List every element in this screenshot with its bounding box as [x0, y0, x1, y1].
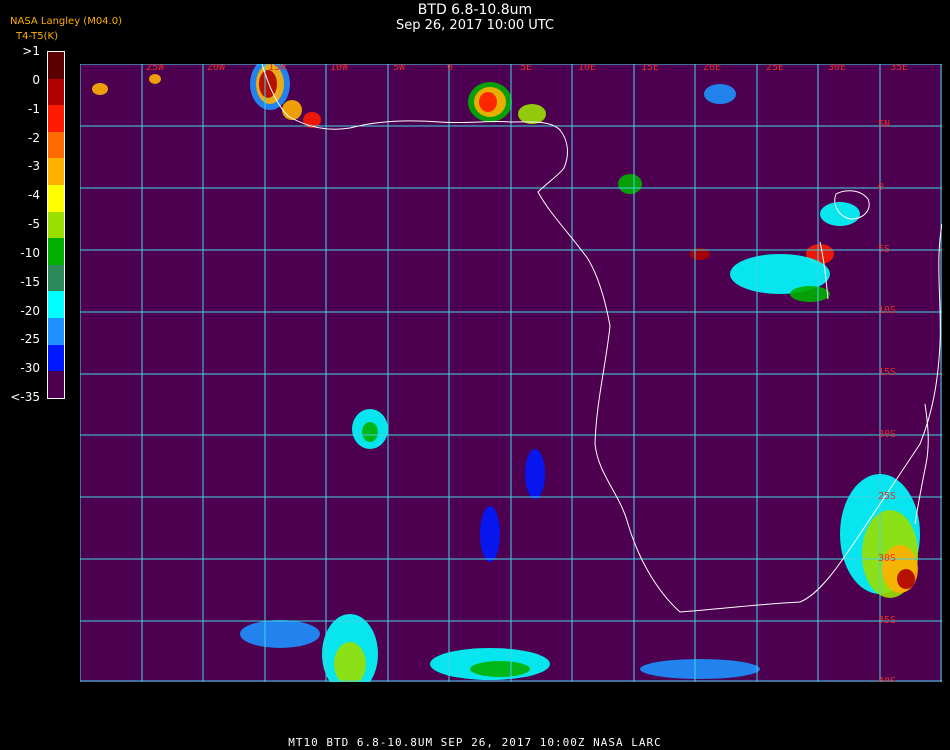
map-title: BTD 6.8-10.8um	[417, 2, 533, 18]
colorbar-swatch	[48, 291, 64, 319]
lat-label: 15S	[878, 367, 896, 378]
madagascar-coast	[914, 403, 929, 525]
map-canvas: 25W 20W 15W 10W 5W 0 5E 10E 15E 20E 25E 30E 35E 5N 0 5S…	[79, 58, 943, 694]
colorbar-label: -2	[28, 130, 40, 145]
colorbar-swatch	[48, 185, 64, 212]
colorbar-label: >1	[22, 44, 40, 58]
africa-coastline	[261, 63, 943, 613]
colorbar-swatch	[48, 52, 64, 79]
coastline	[261, 63, 943, 613]
colorbar-label: -20	[20, 303, 40, 318]
colorbar-label: -25	[20, 332, 40, 347]
lon-label: 25E	[766, 64, 784, 73]
lon-label: 20W	[207, 64, 226, 73]
lat-label: 25S	[878, 491, 896, 502]
colorbar-swatch	[48, 238, 64, 265]
lon-label: 10W	[330, 64, 349, 73]
lat-label: 40S	[878, 676, 896, 682]
cloud-blob	[240, 620, 320, 648]
lat-label: 20S	[878, 429, 896, 440]
cloud-blob	[282, 100, 302, 120]
lat-lon-grid	[79, 63, 942, 682]
cloud-blob	[480, 506, 500, 562]
colorbar-label: -15	[20, 274, 40, 289]
colorbar-swatch	[48, 344, 64, 372]
cloud-blob	[470, 661, 530, 677]
colorbar-label: -30	[20, 361, 40, 376]
lat-label: 5N	[878, 119, 890, 130]
cloud-blob	[704, 84, 736, 104]
colorbar-swatch	[48, 131, 64, 159]
lat-label: 0	[878, 182, 884, 193]
colorbar-swatch	[48, 318, 64, 345]
org-label: NASA Langley (M04.0)	[10, 16, 122, 27]
lon-label: 10E	[578, 64, 596, 73]
cloud-blob	[640, 659, 760, 679]
colorbar-label: -10	[20, 245, 40, 260]
lat-label: 30S	[878, 553, 896, 564]
colorbar-label: 0	[32, 72, 40, 87]
lat-label: 35S	[878, 615, 896, 626]
lon-label: 25W	[146, 64, 165, 73]
lon-label: 35E	[890, 64, 908, 73]
footer-caption: MT10 BTD 6.8-10.8UM SEP 26, 2017 10:00Z …	[288, 736, 662, 749]
lon-label: 15E	[641, 64, 659, 73]
colorbar-swatch	[48, 158, 64, 186]
cloud-blob	[362, 422, 378, 442]
colorbar-swatch	[48, 211, 64, 239]
cloud-blob	[897, 569, 915, 589]
cloud-blob	[149, 74, 161, 84]
colorbar-swatch	[48, 371, 64, 398]
cloud-blob	[92, 83, 108, 95]
lon-label: 0	[447, 64, 453, 73]
lon-label: 20E	[703, 64, 721, 73]
cloud-blob	[790, 286, 830, 302]
cloud-blob	[525, 449, 545, 499]
colorbar-swatch	[48, 105, 64, 132]
colorbar	[47, 51, 65, 399]
colorbar-swatch	[48, 78, 64, 106]
grid-labels: 25W 20W 15W 10W 5W 0 5E 10E 15E 20E 25E 30E 35E 5N 0 5S…	[146, 62, 908, 687]
lat-label: 5S	[878, 244, 890, 255]
colorbar-label: -3	[28, 159, 40, 174]
cloud-blob	[618, 174, 642, 194]
colorbar-label: <-35	[10, 390, 40, 404]
cloud-blob	[518, 104, 546, 124]
colorbar-label: -4	[28, 188, 40, 203]
map-timestamp: Sep 26, 2017 10:00 UTC	[395, 18, 555, 33]
lon-label: 5E	[520, 64, 532, 73]
colorbar-label: -5	[28, 217, 40, 231]
lon-label: 15W	[268, 64, 287, 73]
cloud-features	[92, 58, 920, 694]
colorbar-label: -1	[28, 101, 40, 116]
map-panel: 25W 20W 15W 10W 5W 0 5E 10E 15E 20E 25E 30E 35E 5N 0 5S…	[79, 58, 943, 694]
lon-label: 5W	[393, 64, 406, 73]
colorbar-swatch	[48, 264, 64, 292]
cloud-blob	[259, 70, 277, 98]
cloud-blob	[479, 92, 497, 112]
units-label: T4-T5(K)	[16, 31, 58, 42]
lon-label: 30E	[828, 64, 846, 73]
lat-label: 10S	[878, 305, 896, 316]
